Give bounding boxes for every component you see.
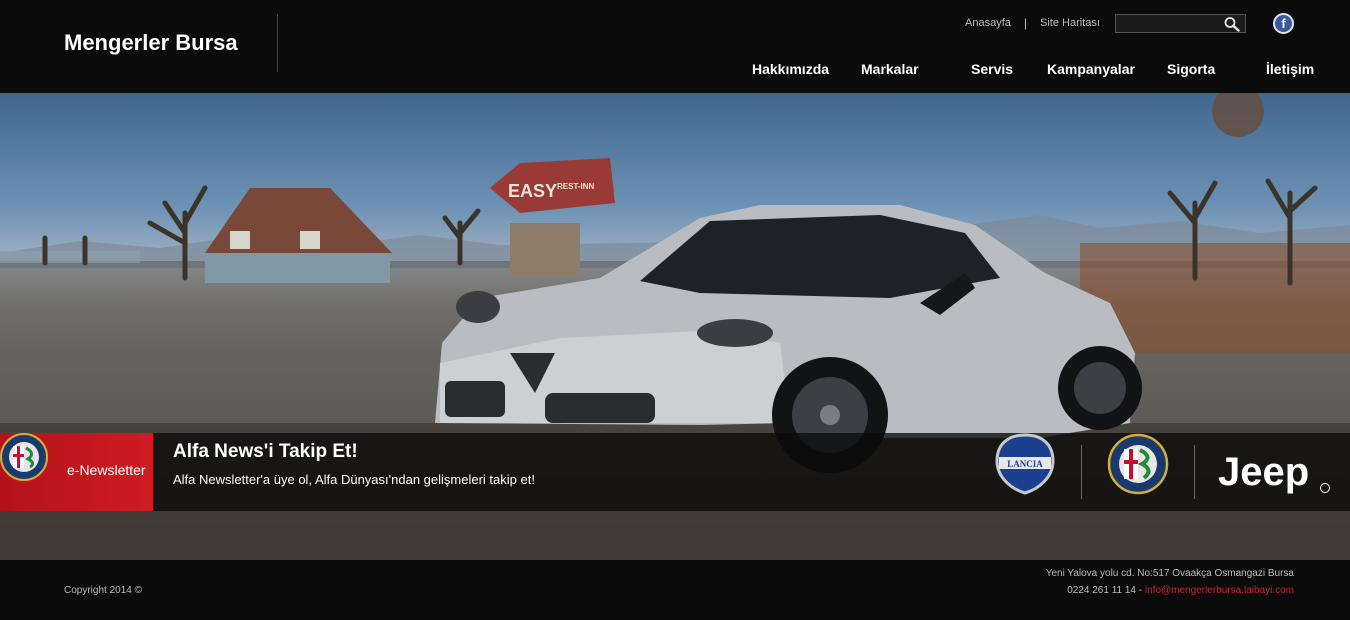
logo-divider-1 [1081,445,1082,499]
site-header: Mengerler Bursa Anasayfa | Site Haritası… [0,0,1350,93]
brand-divider [277,14,278,72]
newsletter-subtitle: Alfa Newsletter'a üye ol, Alfa Dünyası'n… [173,472,535,487]
home-link[interactable]: Anasayfa [965,17,1011,29]
alfa-romeo-logo-icon [0,433,48,481]
sign-text: EASY [508,181,557,201]
newsletter-title[interactable]: Alfa News'i Takip Et! [173,441,358,463]
newsletter-signup[interactable]: e-Newsletter [0,433,153,511]
logo-divider-2 [1194,445,1195,499]
footer-phone: 0224 261 11 14 - [1067,585,1143,596]
nav-brands[interactable]: Markalar [861,61,919,77]
nav-about[interactable]: Hakkımızda [752,61,829,77]
jeep-logo-icon[interactable]: Jeep [1216,447,1334,495]
footer-contact: 0224 261 11 14 - info@mengerlerbursa.lai… [1067,585,1294,596]
facebook-icon[interactable]: f [1273,13,1294,34]
hero-banner: EASY REST-INN e-Newsletter Alfa News'i T… [0,93,1350,560]
newsletter-bar: e-Newsletter Alfa News'i Takip Et! Alfa … [0,433,1350,511]
newsletter-label: e-Newsletter [67,462,146,478]
footer-email-link[interactable]: info@mengerlerbursa.laibayi.com [1145,585,1294,596]
jeep-text: Jeep [1218,450,1309,494]
copyright: Copyright 2014 © [64,585,142,596]
lancia-text: LANCIA [1007,459,1043,469]
search-input[interactable] [1116,16,1216,34]
top-links: Anasayfa | Site Haritası [965,16,1100,30]
toplinks-separator: | [1023,16,1027,30]
search-box [1115,14,1246,34]
nav-service[interactable]: Servis [971,61,1013,77]
search-icon[interactable] [1223,16,1241,32]
sign-small-text: REST-INN [557,182,595,191]
nav-campaigns[interactable]: Kampanyalar [1047,61,1135,77]
site-footer: Copyright 2014 © Yeni Yalova yolu cd. No… [0,560,1350,620]
nav-contact[interactable]: İletişim [1266,61,1314,77]
alfa-romeo-brand-icon[interactable] [1106,433,1170,495]
sitemap-link[interactable]: Site Haritası [1040,17,1100,29]
site-brand[interactable]: Mengerler Bursa [64,30,238,56]
footer-address: Yeni Yalova yolu cd. No:517 Ovaakça Osma… [1045,568,1294,579]
lancia-logo-icon[interactable]: LANCIA [993,433,1057,495]
nav-insurance[interactable]: Sigorta [1167,61,1215,77]
